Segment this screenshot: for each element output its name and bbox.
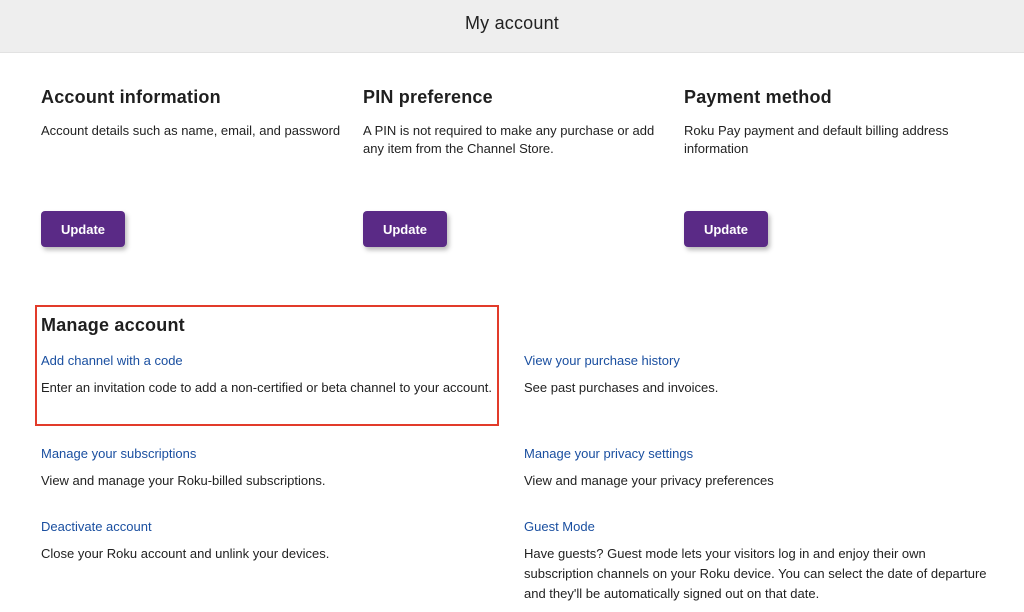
deactivate-account-link[interactable]: Deactivate account bbox=[41, 518, 501, 536]
payment-method-update-button[interactable]: Update bbox=[684, 211, 768, 247]
manage-account-title: Manage account bbox=[41, 315, 185, 335]
guest-mode-description: Have guests? Guest mode lets your visito… bbox=[524, 546, 987, 601]
subscriptions-item: Manage your subscriptions View and manag… bbox=[41, 445, 501, 491]
guest-mode-item: Guest Mode Have guests? Guest mode lets … bbox=[524, 518, 994, 604]
pin-preference-update-button[interactable]: Update bbox=[363, 211, 447, 247]
purchase-history-description: See past purchases and invoices. bbox=[524, 380, 719, 395]
pin-preference-section: PIN preference A PIN is not required to … bbox=[363, 84, 663, 247]
pin-preference-description: A PIN is not required to make any purcha… bbox=[363, 123, 655, 156]
account-information-description: Account details such as name, email, and… bbox=[41, 123, 341, 138]
payment-method-section: Payment method Roku Pay payment and defa… bbox=[684, 84, 984, 247]
manage-subscriptions-description: View and manage your Roku-billed subscri… bbox=[41, 473, 326, 488]
account-information-title: Account information bbox=[41, 87, 221, 107]
deactivate-account-description: Close your Roku account and unlink your … bbox=[41, 546, 330, 561]
account-information-section: Account information Account details such… bbox=[41, 84, 341, 247]
payment-method-title: Payment method bbox=[684, 87, 832, 107]
payment-method-description: Roku Pay payment and default billing add… bbox=[684, 123, 949, 156]
pin-preference-title: PIN preference bbox=[363, 87, 493, 107]
guest-mode-link[interactable]: Guest Mode bbox=[524, 518, 994, 536]
page-title: My account bbox=[464, 13, 560, 33]
purchase-history-item: View your purchase history See past purc… bbox=[524, 352, 984, 398]
page-header: My account bbox=[0, 0, 1024, 53]
privacy-settings-link[interactable]: Manage your privacy settings bbox=[524, 445, 984, 463]
manage-subscriptions-link[interactable]: Manage your subscriptions bbox=[41, 445, 501, 463]
privacy-settings-item: Manage your privacy settings View and ma… bbox=[524, 445, 984, 491]
deactivate-item: Deactivate account Close your Roku accou… bbox=[41, 518, 501, 564]
add-channel-description: Enter an invitation code to add a non-ce… bbox=[41, 380, 492, 395]
purchase-history-link[interactable]: View your purchase history bbox=[524, 352, 984, 370]
add-channel-item: Add channel with a code Enter an invitat… bbox=[41, 352, 501, 398]
add-channel-link[interactable]: Add channel with a code bbox=[41, 352, 501, 370]
account-information-update-button[interactable]: Update bbox=[41, 211, 125, 247]
privacy-settings-description: View and manage your privacy preferences bbox=[524, 473, 774, 488]
